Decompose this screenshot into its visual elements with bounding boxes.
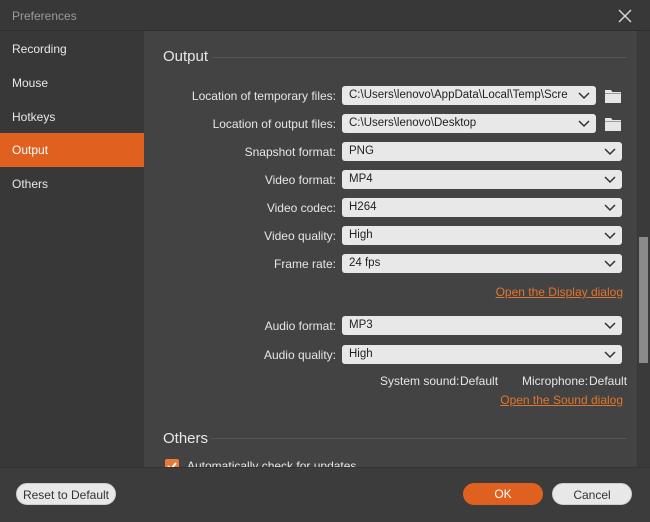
auto-update-checkbox[interactable] (165, 459, 179, 467)
temp-location-value: C:\Users\lenovo\AppData\Local\Temp\Scree… (349, 89, 568, 101)
video-quality-label: Video quality: (264, 229, 336, 243)
chevron-down-icon (604, 322, 616, 330)
video-quality-value: High (349, 229, 373, 241)
section-title-others: Others (163, 430, 209, 447)
checkmark-icon (167, 462, 177, 467)
sidebar-item-others[interactable]: Others (0, 167, 144, 201)
temp-location-select[interactable]: C:\Users\lenovo\AppData\Local\Temp\Scree… (342, 86, 596, 105)
audio-format-select[interactable]: MP3 (342, 316, 622, 335)
sidebar: Recording Mouse Hotkeys Output Others (0, 31, 144, 467)
snapshot-format-label: Snapshot format: (244, 145, 336, 159)
section-title-output: Output (163, 48, 209, 65)
snapshot-format-value: PNG (349, 145, 374, 157)
footer: Reset to Default OK Cancel (0, 467, 650, 522)
system-sound-value: Default (460, 374, 499, 388)
sidebar-item-hotkeys[interactable]: Hotkeys (0, 100, 144, 134)
video-format-value: MP4 (349, 173, 373, 185)
chevron-down-icon (604, 148, 616, 156)
video-quality-select[interactable]: High (342, 226, 622, 245)
audio-format-value: MP3 (349, 319, 373, 331)
system-sound-label: System sound: (380, 374, 460, 388)
section-divider (212, 57, 627, 58)
output-location-select[interactable]: C:\Users\lenovo\Desktop (342, 114, 596, 133)
chevron-down-icon (604, 176, 616, 184)
reset-to-default-button[interactable]: Reset to Default (16, 483, 116, 505)
frame-rate-select[interactable]: 24 fps (342, 254, 622, 273)
frame-rate-value: 24 fps (349, 257, 381, 269)
chevron-down-icon (578, 92, 590, 100)
video-codec-value: H264 (349, 201, 377, 213)
cancel-button[interactable]: Cancel (552, 483, 632, 505)
audio-format-label: Audio format: (264, 319, 336, 333)
preferences-window: Preferences Recording Mouse Hotkeys Outp… (0, 0, 650, 522)
sidebar-item-output[interactable]: Output (0, 133, 144, 167)
window-title: Preferences (12, 9, 77, 23)
open-display-dialog-link[interactable]: Open the Display dialog (496, 285, 623, 299)
scrollbar-thumb[interactable] (639, 237, 648, 363)
sidebar-item-recording[interactable]: Recording (0, 32, 144, 66)
video-codec-label: Video codec: (266, 201, 336, 215)
output-location-label: Location of output files: (212, 117, 336, 131)
settings-panel: Output Location of temporary files: C:\U… (144, 31, 637, 467)
microphone-value: Default (589, 374, 628, 388)
ok-button[interactable]: OK (463, 483, 543, 505)
output-location-value: C:\Users\lenovo\Desktop (349, 117, 477, 129)
microphone-label: Microphone: (522, 374, 589, 388)
audio-quality-value: High (349, 348, 373, 360)
close-button[interactable] (614, 5, 636, 27)
audio-quality-select[interactable]: High (342, 345, 622, 364)
video-codec-select[interactable]: H264 (342, 198, 622, 217)
chevron-down-icon (604, 260, 616, 268)
snapshot-format-select[interactable]: PNG (342, 142, 622, 161)
video-format-label: Video format: (264, 173, 336, 187)
chevron-down-icon (604, 232, 616, 240)
temp-location-label: Location of temporary files: (191, 89, 336, 103)
sidebar-item-mouse[interactable]: Mouse (0, 66, 144, 100)
chevron-down-icon (578, 120, 590, 128)
frame-rate-label: Frame rate: (273, 257, 336, 271)
chevron-down-icon (604, 351, 616, 359)
audio-quality-label: Audio quality: (263, 348, 336, 362)
title-bar: Preferences (0, 0, 650, 31)
browse-folder-icon[interactable] (604, 88, 622, 104)
chevron-down-icon (604, 204, 616, 212)
section-divider (211, 438, 627, 439)
browse-folder-icon[interactable] (604, 116, 622, 132)
close-x-icon (618, 9, 632, 23)
open-sound-dialog-link[interactable]: Open the Sound dialog (500, 393, 623, 407)
video-format-select[interactable]: MP4 (342, 170, 622, 189)
auto-update-label: Automatically check for updates (187, 459, 357, 467)
